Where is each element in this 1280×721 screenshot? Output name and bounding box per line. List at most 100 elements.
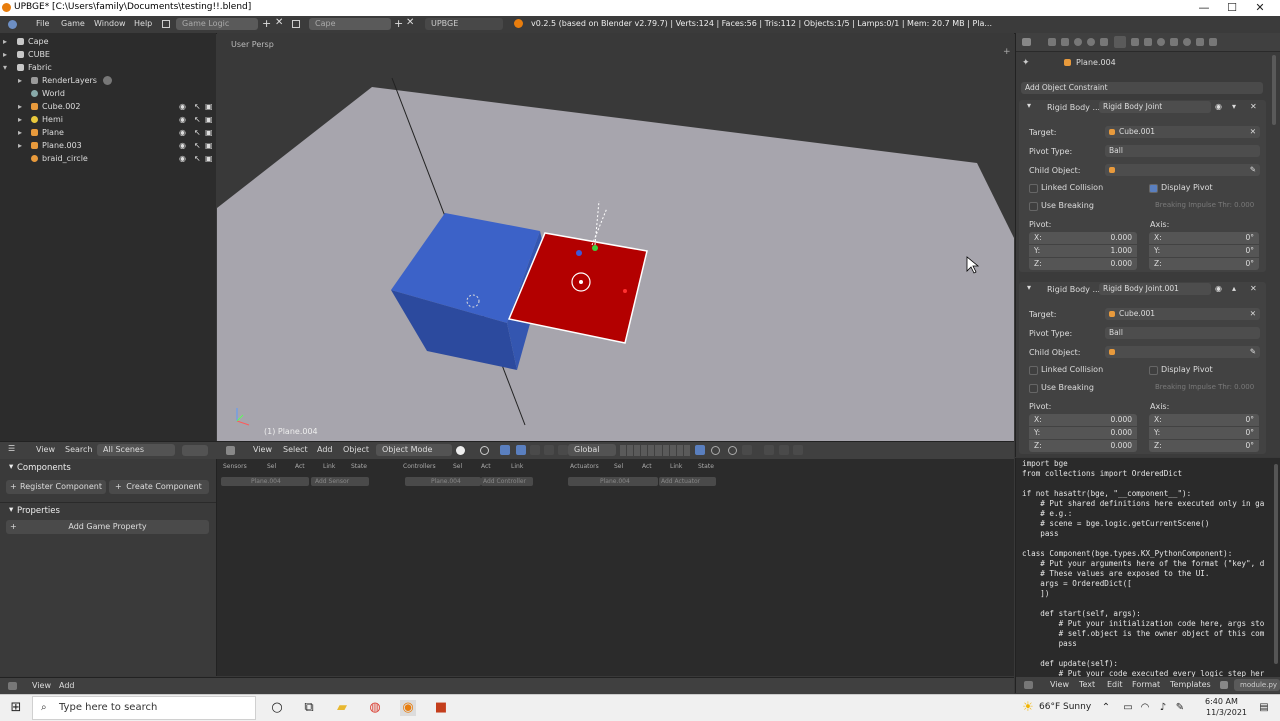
outliner-menu-view[interactable]: View <box>36 445 55 454</box>
render-preview-icon[interactable] <box>764 445 774 455</box>
menu-window[interactable]: Window <box>94 19 126 28</box>
outliner-editor-icon[interactable]: ☰ <box>8 444 15 453</box>
weather-text[interactable]: 66°F Sunny <box>1039 702 1091 712</box>
outliner-row-cape[interactable]: ▸ Cape <box>0 35 216 48</box>
expand-icon[interactable]: ▸ <box>18 100 22 113</box>
collapse-icon[interactable]: ▾ <box>1027 283 1031 292</box>
texture-tab-icon[interactable] <box>1170 38 1178 46</box>
network-icon[interactable]: ◠ <box>1137 700 1153 716</box>
select-arrow-icon[interactable]: ↖ <box>194 139 201 152</box>
physics-tab-icon[interactable] <box>1196 38 1204 46</box>
text-menu-text[interactable]: Text <box>1079 680 1095 689</box>
expand-icon[interactable]: ▸ <box>3 35 7 48</box>
render-camera-icon[interactable]: ▣ <box>205 126 213 139</box>
properties-scrollbar[interactable] <box>1272 55 1276 125</box>
display-pivot-checkbox[interactable] <box>1149 366 1158 375</box>
breaking-impulse-field[interactable]: Breaking Impulse Thr: 0.000 <box>1155 383 1254 391</box>
axis-y-field[interactable]: Y: 0° <box>1149 245 1259 257</box>
proportional-edit-icon[interactable] <box>711 446 720 455</box>
powerpoint-icon[interactable]: ■ <box>433 700 449 716</box>
pivot-y-field[interactable]: Y: 0.000 <box>1029 427 1137 439</box>
tray-chevron-icon[interactable]: ⌃ <box>1098 700 1114 716</box>
editor-type-3d-icon[interactable] <box>226 446 235 455</box>
screen-layout-field[interactable]: Game Logic <box>176 18 258 30</box>
text-datablock-field[interactable]: module.py <box>1234 679 1280 691</box>
constraints-tab-icon[interactable] <box>1114 36 1126 48</box>
actuators-opt-act[interactable]: Act <box>642 463 652 473</box>
axis-y-field[interactable]: Y: 0° <box>1149 427 1259 439</box>
delete-scene-icon[interactable]: ✕ <box>406 17 414 28</box>
expand-icon[interactable]: ▸ <box>18 113 22 126</box>
text-scrollbar[interactable] <box>1274 464 1278 664</box>
pin-icon[interactable]: ✦ <box>1022 58 1030 68</box>
chrome-icon[interactable]: ◍ <box>367 700 383 716</box>
select-arrow-icon[interactable]: ↖ <box>194 100 201 113</box>
actuators-opt-state[interactable]: State <box>698 463 714 473</box>
clock-time[interactable]: 6:40 AM <box>1205 697 1238 706</box>
menu-help[interactable]: Help <box>134 19 152 28</box>
eyedropper-icon[interactable]: ✎ <box>1250 164 1256 176</box>
opengl-render-icon[interactable] <box>779 445 789 455</box>
controllers-opt-act[interactable]: Act <box>481 463 491 473</box>
text-menu-edit[interactable]: Edit <box>1107 680 1123 689</box>
scene-field[interactable]: Cape <box>309 18 391 30</box>
visibility-eye-icon[interactable]: ◉ <box>179 152 186 165</box>
create-component-button[interactable]: + Create Component <box>109 480 209 494</box>
collapse-icon[interactable]: ▾ <box>3 61 7 74</box>
outliner-search-icon[interactable] <box>182 445 208 456</box>
add-controller-select[interactable]: Add Controller <box>481 477 533 486</box>
mode-select[interactable]: Object Mode <box>376 444 452 456</box>
modifiers-tab-icon[interactable] <box>1131 38 1139 46</box>
snap-icon[interactable] <box>728 446 737 455</box>
constraint-visibility-icon[interactable]: ◉ <box>1215 284 1222 293</box>
expand-icon[interactable]: ▸ <box>18 126 22 139</box>
sensors-opt-act[interactable]: Act <box>295 463 305 473</box>
editor-type-logic-icon[interactable] <box>8 682 17 690</box>
code-content[interactable]: import bge from collections import Order… <box>1022 459 1264 677</box>
pivot-point-icon[interactable] <box>480 446 489 455</box>
snap-element-icon[interactable] <box>742 445 752 455</box>
constraint-name-field[interactable]: Rigid Body Joint <box>1099 101 1211 113</box>
translate-manipulator-icon[interactable] <box>516 445 526 455</box>
outliner-row-hemi[interactable]: ▸ Hemi ◉ ↖ ▣ <box>0 113 216 126</box>
add-actuator-select[interactable]: Add Actuator <box>659 477 716 486</box>
shading-solid-icon[interactable] <box>456 446 465 455</box>
render-camera-icon[interactable]: ▣ <box>205 139 213 152</box>
components-section-header[interactable]: ▾ Components <box>0 462 216 476</box>
rotate-manipulator-icon[interactable] <box>530 445 540 455</box>
clock-date[interactable]: 11/3/2021 <box>1206 708 1247 717</box>
pivot-z-field[interactable]: Z: 0.000 <box>1029 440 1137 452</box>
maximize-button[interactable]: ☐ <box>1222 1 1242 14</box>
menu-object[interactable]: Object <box>343 445 369 454</box>
outliner-row-cube[interactable]: ▸ CUBE <box>0 48 216 61</box>
visibility-eye-icon[interactable]: ◉ <box>179 126 186 139</box>
expand-icon[interactable]: ▸ <box>18 139 22 152</box>
sensors-opt-link[interactable]: Link <box>323 463 335 473</box>
pivot-z-field[interactable]: Z: 0.000 <box>1029 258 1137 270</box>
actuators-opt-link[interactable]: Link <box>670 463 682 473</box>
axis-z-field[interactable]: Z: 0° <box>1149 258 1259 270</box>
text-menu-view[interactable]: View <box>1050 680 1069 689</box>
data-tab-icon[interactable] <box>1144 38 1152 46</box>
material-tab-icon[interactable] <box>1157 38 1165 46</box>
transform-orientation-select[interactable]: Global <box>568 444 616 456</box>
particles-tab-icon[interactable] <box>1183 38 1191 46</box>
move-up-icon[interactable]: ▴ <box>1232 284 1236 293</box>
delete-constraint-icon[interactable]: ✕ <box>1250 102 1257 111</box>
controllers-opt-sel[interactable]: Sel <box>453 463 462 473</box>
outliner-row-braid-circle[interactable]: braid_circle ◉ ↖ ▣ <box>0 152 216 165</box>
pen-icon[interactable]: ✎ <box>1172 700 1188 716</box>
select-arrow-icon[interactable]: ↖ <box>194 126 201 139</box>
notifications-icon[interactable]: ▤ <box>1256 700 1272 716</box>
add-scene-icon[interactable]: + <box>394 17 403 30</box>
object-tab-icon[interactable] <box>1100 38 1108 46</box>
engine-select[interactable]: UPBGE <box>425 18 503 30</box>
linked-collision-checkbox[interactable] <box>1029 366 1038 375</box>
controllers-opt-link[interactable]: Link <box>511 463 523 473</box>
select-arrow-icon[interactable]: ↖ <box>194 152 201 165</box>
sensors-opt-state[interactable]: State <box>351 463 367 473</box>
pivot-x-field[interactable]: X: 0.000 <box>1029 414 1137 426</box>
axis-x-field[interactable]: X: 0° <box>1149 232 1259 244</box>
volume-icon[interactable]: ♪ <box>1155 700 1171 716</box>
menu-game[interactable]: Game <box>61 19 85 28</box>
